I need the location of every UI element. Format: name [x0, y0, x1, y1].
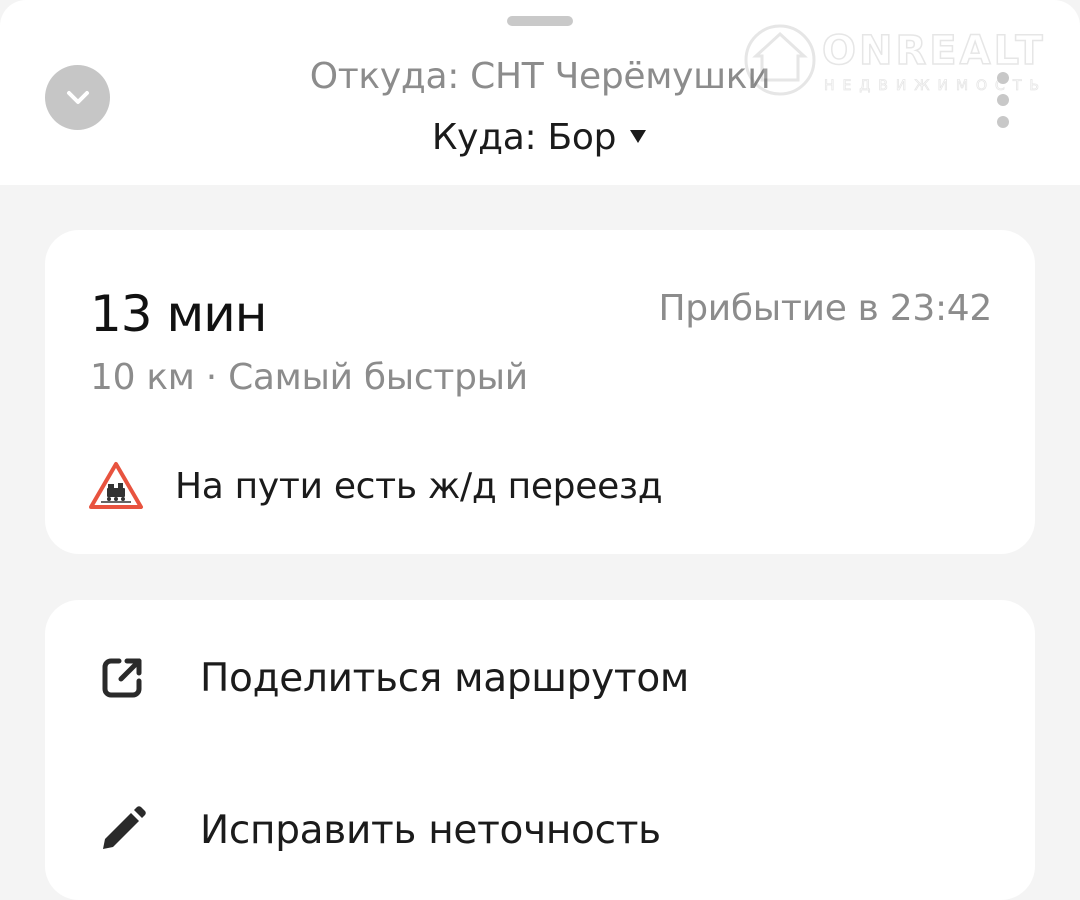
- report-error-label: Исправить неточность: [200, 807, 661, 853]
- route-bottom-sheet: Откуда: СНТ Черёмушки Куда: Бор ONREALT …: [0, 0, 1080, 900]
- report-error-button[interactable]: Исправить неточность: [45, 780, 1035, 880]
- more-menu-button[interactable]: [988, 72, 1018, 128]
- route-to-selector[interactable]: Куда: Бор: [0, 117, 1080, 158]
- route-actions-card: Поделиться маршрутом Исправить неточност…: [45, 600, 1035, 900]
- share-route-label: Поделиться маршрутом: [200, 655, 690, 701]
- route-summary-card[interactable]: 13 мин Прибытие в 23:42 10 км · Самый бы…: [45, 230, 1035, 554]
- pencil-icon: [103, 806, 146, 849]
- railway-crossing-warning: На пути есть ж/д переезд: [87, 458, 663, 514]
- share-icon: [102, 658, 142, 698]
- route-header: Откуда: СНТ Черёмушки Куда: Бор ONREALT …: [0, 0, 1080, 185]
- railway-crossing-warning-icon: [89, 462, 143, 509]
- arrival-time: Прибытие в 23:42: [658, 288, 992, 329]
- route-duration: 13 мин: [90, 285, 267, 343]
- sheet-grab-handle[interactable]: [507, 16, 573, 26]
- warning-text: На пути есть ж/д переезд: [175, 465, 663, 507]
- route-from-label[interactable]: Откуда: СНТ Черёмушки: [0, 56, 1080, 97]
- share-route-button[interactable]: Поделиться маршрутом: [45, 628, 1035, 728]
- caret-down-icon: [630, 129, 647, 143]
- route-to-label: Куда: Бор: [431, 117, 617, 158]
- more-vertical-icon: [997, 72, 1009, 84]
- route-distance-type: 10 км · Самый быстрый: [90, 357, 528, 398]
